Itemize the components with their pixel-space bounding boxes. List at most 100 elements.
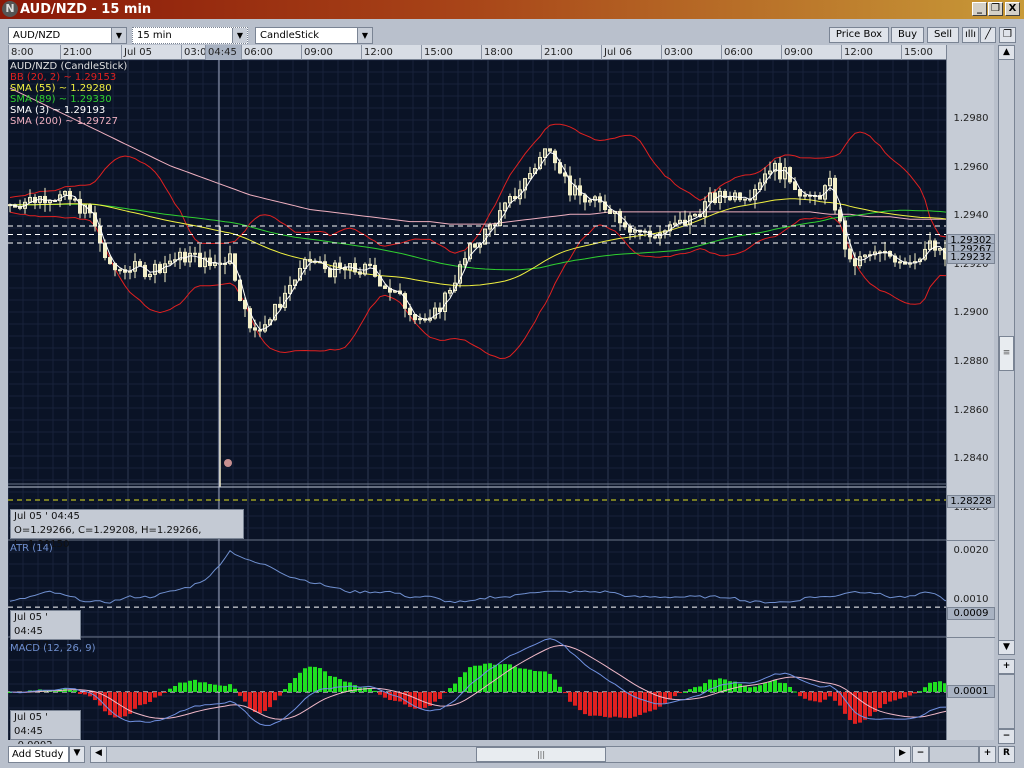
horizontal-scroll-thumb[interactable]: ||| [476, 747, 606, 762]
atr-label: 0.0020 [953, 545, 989, 556]
bottom-bar: Add Study ▼ ◀ ||| ▶ − + R [0, 744, 1024, 768]
interval-value: 15 min [137, 30, 172, 41]
macd-histogram-bar [423, 692, 427, 708]
symbol-select[interactable]: AUD/NZD ▼ [8, 27, 127, 44]
horizontal-scrollbar[interactable]: ◀ ||| ▶ [90, 746, 911, 763]
price-label: 1.2900 [953, 307, 989, 319]
macd-histogram-bar [303, 668, 307, 692]
macd-histogram-bar [268, 692, 272, 708]
macd-histogram-bar [618, 692, 622, 718]
candle-body [253, 327, 257, 331]
zoom-out-button[interactable]: − [912, 746, 929, 763]
candle-body [158, 263, 162, 274]
candle-body [43, 195, 47, 204]
title-bar: N AUD/NZD - 15 min _ ❐ X [0, 0, 1024, 19]
vertical-zoom-in-button[interactable]: + [998, 659, 1015, 674]
macd-histogram-bar [333, 676, 337, 692]
macd-histogram-bar [213, 684, 217, 692]
chart-type-select[interactable]: CandleStick ▼ [255, 27, 373, 44]
candle-body [838, 209, 842, 222]
macd-histogram-bar [683, 691, 687, 693]
reset-button[interactable]: R [998, 746, 1015, 763]
vertical-zoom-slider[interactable] [998, 674, 1015, 729]
spike-marker [224, 459, 232, 467]
scroll-down-button[interactable]: ▼ [998, 640, 1015, 655]
macd-histogram-bar [878, 692, 882, 709]
close-button[interactable]: X [1005, 2, 1020, 16]
macd-histogram-bar [183, 682, 187, 692]
macd-histogram-bar [378, 692, 382, 695]
candle-body [793, 181, 797, 191]
time-label: 09:00 [301, 45, 333, 60]
minimize-button[interactable]: _ [972, 2, 987, 16]
price-label: 1.2840 [953, 453, 989, 465]
restore-button[interactable]: ❐ [988, 2, 1003, 16]
macd-histogram-bar [363, 687, 367, 692]
price-tag: 1.29232 [947, 251, 995, 265]
bars-icon[interactable]: ıllı [962, 27, 979, 43]
macd-histogram-bar [533, 670, 537, 692]
candle-body [78, 198, 82, 214]
macd-histogram-bar [288, 683, 292, 692]
interval-select[interactable]: 15 min ▼ [132, 27, 248, 44]
candle-body [108, 257, 112, 265]
macd-histogram-bar [578, 692, 582, 711]
macd-histogram-bar [138, 692, 142, 706]
time-label: 18:00 [481, 45, 513, 60]
candle-body [358, 271, 362, 275]
macd-histogram-bar [123, 692, 127, 717]
scroll-right-button[interactable]: ▶ [894, 746, 911, 763]
macd-histogram-bar [673, 692, 677, 697]
macd-histogram-bar [858, 692, 862, 723]
candle-body [553, 150, 557, 164]
macd-histogram-bar [803, 692, 807, 699]
macd-histogram-bar [538, 671, 542, 692]
time-label: 8:00 [8, 45, 33, 60]
legend-item: AUD/NZD (CandleStick) [10, 61, 128, 72]
price-label: 1.2880 [953, 356, 989, 367]
vertical-scrollbar[interactable]: ▲ ≡ ▼ [998, 45, 1015, 655]
candle-body [338, 262, 342, 269]
macd-histogram-bar [768, 681, 772, 692]
chart-area[interactable]: AUD/NZD (CandleStick) BB (20, 2) ~ 1.2915… [7, 59, 952, 751]
macd-histogram-bar [78, 692, 82, 694]
chevron-down-icon[interactable]: ▼ [357, 28, 372, 43]
sell-button[interactable]: Sell [927, 27, 959, 43]
scroll-up-button[interactable]: ▲ [998, 45, 1015, 60]
legend-item: SMA (89) ~ 1.29330 [10, 94, 112, 105]
candle-body [118, 269, 122, 272]
candle-body [193, 252, 197, 255]
main-legend: AUD/NZD (CandleStick) BB (20, 2) ~ 1.2915… [10, 61, 127, 127]
zoom-in-button[interactable]: + [979, 746, 996, 763]
macd-histogram-bar [813, 692, 817, 702]
buy-button[interactable]: Buy [891, 27, 924, 43]
macd-histogram-bar [438, 692, 442, 699]
macd-histogram-bar [748, 687, 752, 692]
legend-item: SMA (200) ~ 1.29727 [10, 116, 118, 127]
macd-histogram-bar [163, 692, 167, 693]
candle-body [473, 243, 477, 248]
vertical-zoom-out-button[interactable]: − [998, 729, 1015, 744]
candle-body [328, 268, 332, 278]
chevron-down-icon[interactable]: ▼ [111, 28, 126, 43]
macd-histogram-bar [698, 686, 702, 692]
add-study-button[interactable]: Add Study [8, 746, 69, 763]
chevron-down-icon[interactable]: ▼ [232, 28, 247, 43]
macd-histogram-bar [238, 692, 242, 696]
atr-info-box: Jul 05 ' 04:45 0.0012 [10, 610, 81, 651]
macd-histogram-bar [133, 692, 137, 709]
scroll-left-button[interactable]: ◀ [90, 746, 107, 763]
price-axis[interactable]: 0.0020 0.0010 0.0009 0.0001 1.2980 1.2960… [946, 45, 995, 740]
macd-histogram-bar [693, 687, 697, 692]
draw-line-icon[interactable]: ╱ [980, 27, 996, 43]
macd-histogram-bar [623, 692, 627, 718]
price-box-button[interactable]: Price Box [829, 27, 889, 43]
macd-histogram-bar [863, 692, 867, 720]
sma3-line [9, 151, 951, 331]
add-study-dropdown[interactable]: ▼ [69, 746, 85, 763]
macd-histogram-bar [173, 686, 177, 692]
scroll-thumb[interactable]: ≡ [999, 336, 1014, 371]
zoom-slider[interactable] [929, 746, 979, 763]
macd-histogram-bar [893, 692, 897, 701]
detach-icon[interactable]: ❐ [999, 27, 1016, 43]
